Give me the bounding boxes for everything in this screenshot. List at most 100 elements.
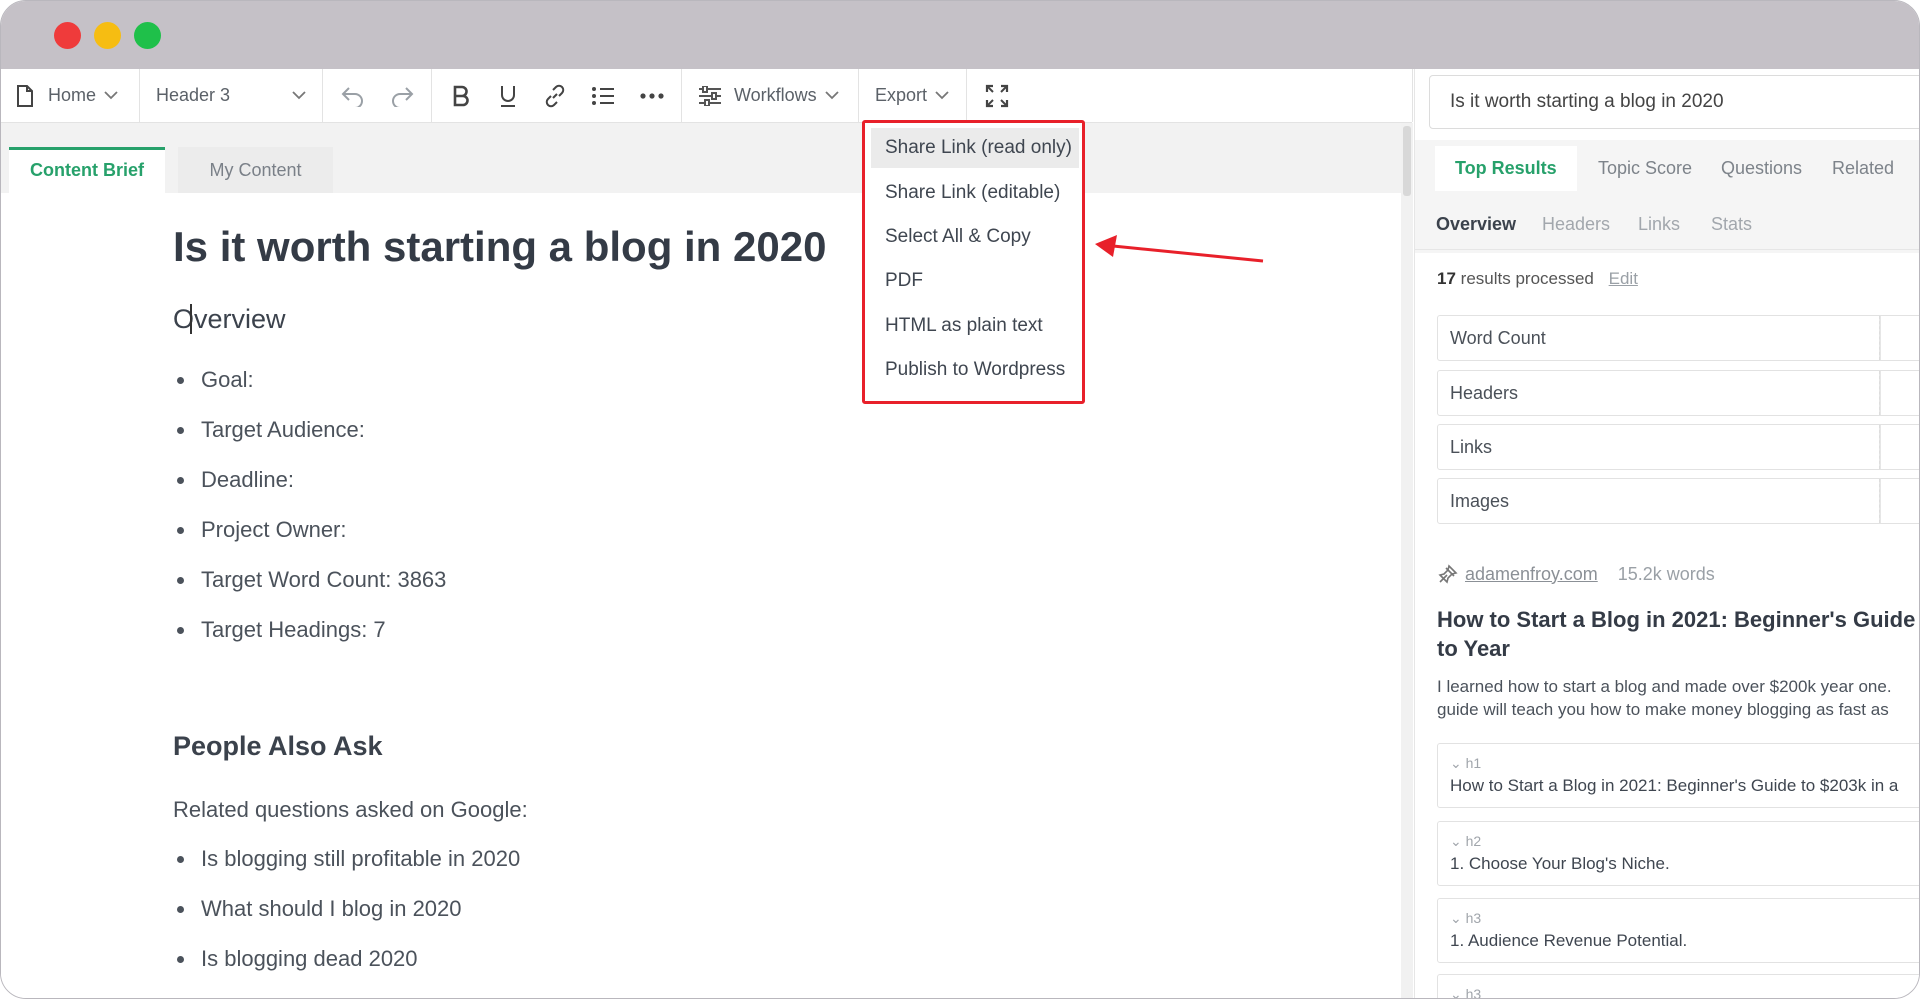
paa-list: Is blogging still profitable in 2020 Wha… bbox=[173, 837, 520, 987]
close-window-button[interactable] bbox=[54, 22, 81, 49]
chevron-down-icon: ⌄ bbox=[1450, 986, 1462, 999]
heading-card[interactable]: ⌄ h2 1. Choose Your Blog's Niche. bbox=[1437, 821, 1919, 886]
result-domain-link[interactable]: adamenfroy.com bbox=[1465, 564, 1598, 585]
paa-heading[interactable]: People Also Ask bbox=[173, 731, 383, 762]
export-dropdown: Share Link (read only) Share Link (edita… bbox=[862, 120, 1085, 404]
subtab-overview[interactable]: Overview bbox=[1436, 204, 1516, 244]
more-options-button[interactable] bbox=[640, 69, 664, 122]
editor-scrollbar[interactable] bbox=[1401, 123, 1413, 998]
html-plain-text-item[interactable]: HTML as plain text bbox=[871, 306, 1079, 346]
pin-icon bbox=[1438, 564, 1458, 584]
text-style-label: Header 3 bbox=[156, 85, 231, 105]
export-menu-button[interactable]: Export bbox=[875, 69, 949, 122]
list-item[interactable]: Project Owner: bbox=[173, 508, 446, 558]
publish-wordpress-item[interactable]: Publish to Wordpress bbox=[871, 350, 1079, 390]
more-horizontal-icon bbox=[640, 92, 664, 99]
list-item[interactable]: Is blogging still profitable in 2020 bbox=[173, 837, 520, 887]
keyword-search-input[interactable]: Is it worth starting a blog in 2020 bbox=[1429, 75, 1919, 129]
heading-card[interactable]: ⌄ h1 How to Start a Blog in 2021: Beginn… bbox=[1437, 743, 1919, 808]
link-icon bbox=[545, 84, 565, 107]
subtab-headers[interactable]: Headers bbox=[1542, 204, 1610, 244]
editor-tabs: Content Brief My Content bbox=[1, 123, 1401, 193]
link-button[interactable] bbox=[543, 69, 567, 122]
list-item[interactable]: Goal: bbox=[173, 358, 446, 408]
workflows-menu[interactable]: Workflows bbox=[698, 69, 839, 122]
redo-button[interactable] bbox=[389, 69, 415, 122]
text-style-select[interactable]: Header 3 bbox=[156, 69, 306, 122]
heading-level: h1 bbox=[1465, 755, 1482, 771]
paa-intro[interactable]: Related questions asked on Google: bbox=[173, 797, 528, 823]
metric-links[interactable]: Links bbox=[1437, 424, 1919, 470]
result-title[interactable]: How to Start a Blog in 2021: Beginner's … bbox=[1437, 605, 1919, 663]
research-panel: Is it worth starting a blog in 2020 Top … bbox=[1414, 69, 1919, 999]
document-icon bbox=[17, 84, 33, 107]
metric-headers[interactable]: Headers bbox=[1437, 370, 1919, 416]
metric-label: Word Count bbox=[1450, 327, 1546, 348]
subtab-links[interactable]: Links bbox=[1638, 204, 1680, 244]
list-item[interactable]: Target Headings: 7 bbox=[173, 608, 446, 658]
underline-button[interactable] bbox=[499, 69, 517, 122]
editor-scroll-thumb[interactable] bbox=[1403, 126, 1411, 196]
expand-icon bbox=[985, 84, 1009, 107]
tab-questions[interactable]: Questions bbox=[1721, 146, 1802, 191]
home-menu[interactable]: Home bbox=[16, 69, 118, 122]
tab-top-results[interactable]: Top Results bbox=[1435, 146, 1577, 191]
edit-link[interactable]: Edit bbox=[1609, 269, 1638, 288]
export-label: Export bbox=[875, 85, 928, 105]
metric-images[interactable]: Images bbox=[1437, 478, 1919, 524]
heading-text: How to Start a Blog in 2021: Beginner's … bbox=[1450, 776, 1899, 795]
undo-button[interactable] bbox=[340, 69, 366, 122]
chevron-down-icon: ⌄ bbox=[1450, 833, 1462, 849]
app-window: Home Header 3 Workflows Export Content B… bbox=[0, 0, 1920, 999]
bullet-list-button[interactable] bbox=[591, 69, 615, 122]
tab-content-brief[interactable]: Content Brief bbox=[9, 147, 165, 193]
results-processed: 17 results processed Edit bbox=[1437, 269, 1638, 289]
active-tab-indicator bbox=[9, 147, 165, 150]
tab-my-content[interactable]: My Content bbox=[178, 147, 333, 193]
select-all-copy-item[interactable]: Select All & Copy bbox=[871, 217, 1079, 257]
maximize-window-button[interactable] bbox=[134, 22, 161, 49]
redo-icon bbox=[392, 86, 414, 107]
fullscreen-button[interactable] bbox=[985, 69, 1009, 122]
tab-related[interactable]: Related bbox=[1832, 146, 1894, 191]
snippet-line: guide will teach you how to make money b… bbox=[1437, 700, 1889, 719]
processed-count: 17 bbox=[1437, 269, 1456, 288]
bold-button[interactable] bbox=[452, 69, 470, 122]
workflows-label: Workflows bbox=[734, 85, 817, 105]
result-source: adamenfroy.com 15.2k words bbox=[1437, 563, 1715, 585]
metric-label: Headers bbox=[1450, 382, 1519, 403]
undo-icon bbox=[341, 86, 363, 107]
list-item[interactable]: Is blogging dead 2020 bbox=[173, 937, 520, 987]
heading-level: h2 bbox=[1465, 833, 1482, 849]
list-item[interactable]: Target Word Count: 3863 bbox=[173, 558, 446, 608]
minimize-window-button[interactable] bbox=[94, 22, 121, 49]
heading-text: 1. Audience Revenue Potential. bbox=[1450, 931, 1688, 950]
chevron-down-icon bbox=[825, 91, 839, 100]
heading-text: 1. Choose Your Blog's Niche. bbox=[1450, 854, 1670, 873]
metric-label: Images bbox=[1450, 490, 1510, 511]
chevron-down-icon: ⌄ bbox=[1450, 755, 1462, 771]
heading-card[interactable]: ⌄ h3 1. Audience Revenue Potential. bbox=[1437, 898, 1919, 963]
metric-word-count[interactable]: Word Count bbox=[1437, 315, 1919, 361]
overview-list: Goal: Target Audience: Deadline: Project… bbox=[173, 358, 446, 658]
list-item[interactable]: What should I blog in 2020 bbox=[173, 887, 520, 937]
tab-topic-score[interactable]: Topic Score bbox=[1598, 146, 1692, 191]
heading-tag: ⌄ h3 bbox=[1450, 986, 1481, 999]
share-link-readonly-item[interactable]: Share Link (read only) bbox=[871, 128, 1079, 168]
bullet-list-icon bbox=[592, 86, 614, 105]
list-item[interactable]: Target Audience: bbox=[173, 408, 446, 458]
title-bar bbox=[1, 1, 1919, 69]
divider bbox=[1415, 249, 1919, 250]
list-item[interactable]: Deadline: bbox=[173, 458, 446, 508]
pdf-item[interactable]: PDF bbox=[871, 261, 1079, 301]
text-cursor bbox=[190, 304, 192, 334]
chevron-down-icon bbox=[292, 91, 306, 100]
heading-level: h3 bbox=[1465, 910, 1482, 926]
heading-card[interactable]: ⌄ h3 bbox=[1437, 974, 1919, 999]
result-snippet: I learned how to start a blog and made o… bbox=[1437, 675, 1919, 721]
sliders-icon bbox=[699, 85, 721, 106]
editor-toolbar: Home Header 3 Workflows Export bbox=[1, 69, 1413, 123]
document-title[interactable]: Is it worth starting a blog in 2020 bbox=[173, 223, 826, 271]
subtab-stats[interactable]: Stats bbox=[1711, 204, 1752, 244]
share-link-editable-item[interactable]: Share Link (editable) bbox=[871, 173, 1079, 213]
